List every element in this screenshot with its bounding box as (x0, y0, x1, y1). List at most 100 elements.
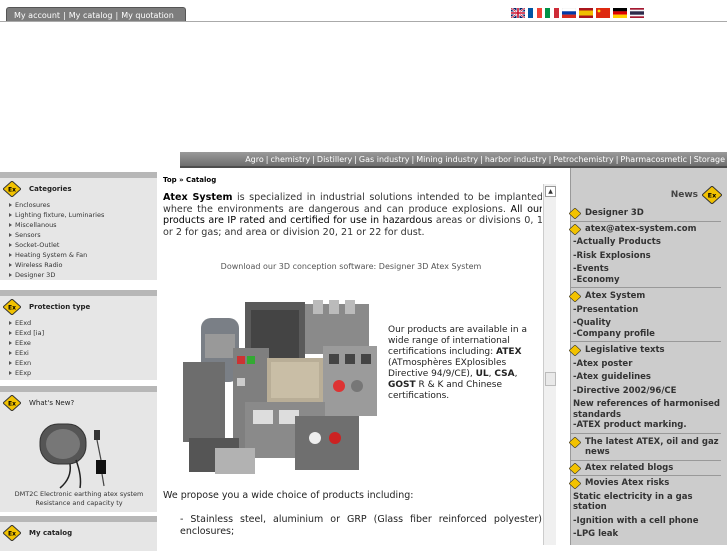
category-enclosures[interactable]: Enclosures (9, 200, 157, 210)
nav-mining-industry[interactable]: Mining industry (416, 155, 478, 164)
svg-text:Ex: Ex (8, 531, 16, 538)
china-flag-icon[interactable] (596, 8, 610, 18)
news-item-label: -Ignition with a cell phone (573, 515, 699, 526)
language-flags (511, 8, 644, 18)
category-socket-outlet[interactable]: Socket-Outlet (9, 240, 157, 250)
nav-storage[interactable]: Storage (694, 155, 725, 164)
certifications-paragraph: Our products are available in a wide ran… (388, 325, 527, 401)
categories-box: Ex Categories Enclosures Lighting fixtur… (0, 172, 157, 280)
news-section-heading[interactable]: Legislative texts (569, 345, 721, 356)
nav-chemistry[interactable]: chemistry (270, 155, 310, 164)
scroll-up-arrow-icon[interactable]: ▲ (545, 186, 556, 197)
news-link[interactable]: -Risk Explosions (571, 251, 721, 262)
right-sidebar: News Ex Designer 3D atex@atex-system.com -… (569, 168, 727, 545)
news-item-label: -Economy (573, 274, 620, 285)
news-link[interactable]: New references of harmonised standards (571, 399, 721, 420)
nav-pharmacosmetic[interactable]: Pharmacosmetic (620, 155, 687, 164)
ex-logo-icon (569, 436, 581, 448)
download-designer-link[interactable]: Download our 3D conception software: Des… (160, 262, 542, 271)
news-link[interactable]: -Events (571, 264, 721, 275)
category-designer-3d[interactable]: Designer 3D (9, 270, 157, 280)
nav-gas-industry[interactable]: Gas industry (359, 155, 410, 164)
ex-logo-icon (569, 462, 581, 474)
svg-text:Ex: Ex (8, 187, 16, 194)
protection-box: Ex Protection type EExd EExd [ia] EExe E… (0, 290, 157, 380)
protection-title: Protection type (29, 303, 91, 311)
news-item-label: -Directive 2002/96/CE (573, 385, 677, 396)
news-section-heading[interactable]: Atex related blogs (569, 462, 721, 476)
news-item-label: -Atex guidelines (573, 372, 651, 382)
news-section-heading[interactable]: atex@atex-system.com (569, 223, 721, 235)
category-lighting[interactable]: Lighting fixture, Luminaries (9, 210, 157, 220)
category-miscellanous[interactable]: Miscellanous (9, 220, 157, 230)
scroll-grip[interactable] (545, 372, 556, 386)
my-catalog-link[interactable]: My catalog (69, 11, 113, 20)
whats-new-box: Ex What's New? DMT2C Electronic earthing… (0, 386, 157, 512)
my-catalog-title: My catalog (29, 529, 73, 537)
spain-flag-icon[interactable] (579, 8, 593, 18)
news-link[interactable]: Static electricity in a gas station (571, 492, 721, 513)
news-section-heading[interactable]: Designer 3D (569, 208, 721, 222)
news-section-heading[interactable]: The latest ATEX, oil and gaz news (569, 436, 721, 461)
protection-eexi[interactable]: EExi (9, 348, 157, 358)
news-link[interactable]: -Directive 2002/96/CE (571, 386, 721, 397)
category-sensors[interactable]: Sensors (9, 230, 157, 240)
news-item-label: -LPG leak (573, 529, 619, 539)
svg-text:Ex: Ex (8, 401, 16, 408)
ex-logo-icon: Ex (3, 181, 21, 197)
germany-flag-icon[interactable] (613, 8, 627, 18)
news-item-label: Movies Atex risks (585, 478, 670, 488)
news-link[interactable]: -Economy (571, 274, 721, 288)
my-quotation-link[interactable]: My quotation (121, 11, 174, 20)
russia-flag-icon[interactable] (562, 8, 576, 18)
nav-agro[interactable]: Agro (245, 155, 264, 164)
italy-flag-icon[interactable] (545, 8, 559, 18)
news-item-label: -ATEX product marking. (573, 420, 687, 430)
thailand-flag-icon[interactable] (630, 8, 644, 18)
ex-logo-icon: Ex (702, 186, 722, 204)
news-link[interactable]: -Company profile (571, 328, 721, 342)
france-flag-icon[interactable] (528, 8, 542, 18)
whats-new-caption[interactable]: DMT2C Electronic earthing atex system Re… (4, 490, 154, 508)
protection-eexp[interactable]: EExp (9, 368, 157, 378)
ex-logo-icon: Ex (3, 525, 21, 541)
news-link[interactable]: -Ignition with a cell phone (571, 516, 721, 527)
category-heating[interactable]: Heating System & Fan (9, 250, 157, 260)
news-item-label: Atex related blogs (585, 462, 674, 473)
protection-eexd-ia[interactable]: EExd [ia] (9, 328, 157, 338)
news-item-label: -Company profile (573, 328, 655, 339)
product-bullet: - Stainless steel, aluminium or GRP (Gla… (180, 514, 542, 537)
protection-eexn[interactable]: EExn (9, 358, 157, 368)
ex-logo-icon (569, 478, 581, 489)
news-link[interactable]: -Actually Products (571, 237, 721, 248)
nav-petrochemistry[interactable]: Petrochemistry (553, 155, 613, 164)
category-wireless-radio[interactable]: Wireless Radio (9, 260, 157, 270)
protection-eexd[interactable]: EExd (9, 318, 157, 328)
news-link[interactable]: -Presentation (571, 305, 721, 316)
news-section-heading[interactable]: Movies Atex risks (569, 478, 721, 489)
news-item-label: -Atex poster (573, 358, 633, 369)
news-link[interactable]: -ATEX product marking. (571, 420, 721, 434)
ex-logo-icon (569, 208, 581, 219)
whats-new-title: What's New? (29, 399, 75, 407)
news-item-label: -Presentation (573, 304, 639, 315)
company-name: Atex System (163, 192, 233, 203)
nav-distillery[interactable]: Distillery (317, 155, 352, 164)
uk-flag-icon[interactable] (511, 8, 525, 18)
news-item-label: The latest ATEX, oil and gaz news (585, 436, 719, 458)
protection-eexe[interactable]: EExe (9, 338, 157, 348)
nav-harbor-industry[interactable]: harbor industry (485, 155, 547, 164)
news-link[interactable]: -Quality (571, 318, 721, 329)
my-account-link[interactable]: My account (14, 11, 60, 20)
news-link[interactable]: -Atex guidelines (571, 372, 721, 383)
earthing-device-image[interactable] (30, 416, 130, 490)
news-link[interactable]: -Atex poster (571, 359, 721, 370)
content-scrollbar[interactable]: ▲ (543, 184, 556, 545)
news-item-label: Designer 3D (585, 208, 644, 218)
news-item-label: -Actually Products (573, 237, 661, 247)
news-link[interactable]: -LPG leak (571, 529, 721, 540)
news-section-heading[interactable]: Atex System (569, 291, 721, 302)
ex-logo-icon: Ex (3, 299, 21, 315)
svg-text:Ex: Ex (8, 305, 16, 312)
breadcrumb[interactable]: Top » Catalog (163, 176, 542, 184)
